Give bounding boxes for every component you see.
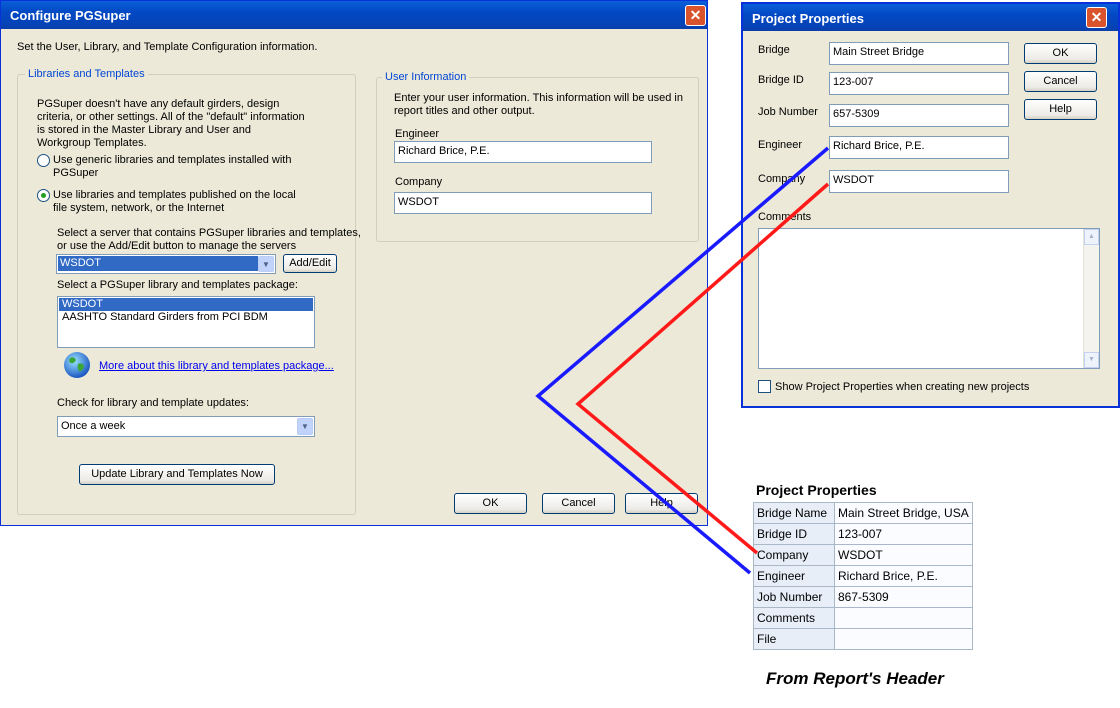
engineer-label: Engineer	[758, 139, 803, 151]
report-row: Engineer Richard Brice, P.E.	[753, 565, 973, 587]
configure-description: Set the User, Library, and Template Conf…	[17, 41, 318, 53]
report-key: Job Number	[753, 586, 835, 608]
report-value: WSDOT	[834, 544, 973, 566]
job-number-field[interactable]: 657-5309	[829, 104, 1009, 127]
show-project-label[interactable]: Show Project Properties when creating ne…	[775, 381, 1029, 394]
report-row: Company WSDOT	[753, 544, 973, 566]
report-table: Bridge Name Main Street Bridge, USA Bridge…	[753, 502, 973, 650]
bridge-field[interactable]: Main Street Bridge	[829, 42, 1009, 65]
configure-title-bar[interactable]: Configure PGSuper	[1, 1, 707, 29]
updates-combo[interactable]: Once a week ▼	[57, 416, 315, 437]
report-row: File	[753, 628, 973, 650]
server-combo[interactable]: WSDOT ▼	[56, 254, 276, 274]
package-item[interactable]: WSDOT	[59, 298, 313, 311]
user-info-group-title: User Information	[382, 71, 470, 83]
cancel-button[interactable]: Cancel	[542, 493, 615, 514]
report-value	[834, 628, 973, 650]
report-row: Job Number 867-5309	[753, 586, 973, 608]
project-properties-dialog: Project Properties ✕ Bridge Main Street …	[741, 2, 1120, 408]
report-value: 123-007	[834, 523, 973, 545]
project-help-button[interactable]: Help	[1024, 99, 1097, 120]
scroll-up-icon[interactable]: ▲	[1084, 229, 1099, 245]
comments-scrollbar[interactable]: ▲ ▼	[1083, 229, 1099, 368]
project-title: Project Properties	[752, 11, 864, 26]
add-edit-button[interactable]: Add/Edit	[283, 254, 337, 273]
configure-title: Configure PGSuper	[10, 8, 131, 23]
libraries-group-title: Libraries and Templates	[25, 68, 148, 80]
report-caption: From Report's Header	[766, 669, 944, 688]
package-item[interactable]: AASHTO Standard Girders from PCI BDM	[59, 311, 313, 324]
server-prompt: Select a server that contains PGSuper li…	[57, 227, 361, 252]
company-field[interactable]: WSDOT	[394, 192, 652, 214]
report-key: Company	[753, 544, 835, 566]
updates-combo-value: Once a week	[61, 420, 126, 432]
radio-generic-libraries[interactable]	[37, 154, 50, 167]
company-label: Company	[758, 173, 806, 185]
project-ok-button[interactable]: OK	[1024, 43, 1097, 64]
report-row: Bridge Name Main Street Bridge, USA	[753, 502, 973, 524]
updates-prompt: Check for library and template updates:	[57, 397, 249, 409]
report-key: Bridge Name	[753, 502, 835, 524]
report-value: Richard Brice, P.E.	[834, 565, 973, 587]
show-project-checkbox[interactable]	[758, 380, 771, 393]
bridge-id-label: Bridge ID	[758, 74, 804, 86]
job-number-label: Job Number	[758, 106, 818, 118]
report-key: Comments	[753, 607, 835, 629]
company-label: Company	[395, 176, 443, 188]
report-key: Bridge ID	[753, 523, 835, 545]
report-value	[834, 607, 973, 629]
bridge-id-field[interactable]: 123-007	[829, 72, 1009, 95]
radio-generic-label[interactable]: Use generic libraries and templates inst…	[53, 154, 291, 180]
radio-published-libraries[interactable]	[37, 189, 50, 202]
globe-icon	[62, 350, 92, 380]
engineer-field[interactable]: Richard Brice, P.E.	[394, 141, 652, 163]
chevron-down-icon[interactable]: ▼	[297, 418, 313, 435]
chevron-down-icon[interactable]: ▼	[258, 256, 274, 272]
server-combo-value: WSDOT	[58, 256, 258, 271]
report-title: Project Properties	[756, 482, 877, 498]
engineer-field[interactable]: Richard Brice, P.E.	[829, 136, 1009, 159]
report-value: Main Street Bridge, USA	[834, 502, 973, 524]
project-cancel-button[interactable]: Cancel	[1024, 71, 1097, 92]
radio-published-label[interactable]: Use libraries and templates published on…	[53, 189, 296, 215]
report-key: File	[753, 628, 835, 650]
report-row: Comments	[753, 607, 973, 629]
report-value: 867-5309	[834, 586, 973, 608]
package-prompt: Select a PGSuper library and templates p…	[57, 279, 298, 291]
comments-textarea[interactable]: ▲ ▼	[758, 228, 1100, 369]
user-intro: Enter your user information. This inform…	[394, 92, 683, 117]
company-field[interactable]: WSDOT	[829, 170, 1009, 193]
ok-button[interactable]: OK	[454, 493, 527, 514]
bridge-label: Bridge	[758, 44, 790, 56]
project-close-icon[interactable]: ✕	[1086, 7, 1107, 28]
project-title-bar[interactable]: Project Properties	[743, 4, 1118, 31]
configure-dialog: Configure PGSuper ✕ Set the User, Librar…	[0, 0, 708, 526]
more-about-link[interactable]: More about this library and templates pa…	[99, 360, 334, 373]
engineer-label: Engineer	[395, 128, 440, 140]
report-row: Bridge ID 123-007	[753, 523, 973, 545]
scroll-down-icon[interactable]: ▼	[1084, 352, 1099, 368]
intro-text: PGSuper doesn't have any default girders…	[37, 98, 305, 149]
report-key: Engineer	[753, 565, 835, 587]
update-now-button[interactable]: Update Library and Templates Now	[79, 464, 275, 485]
help-button[interactable]: Help	[625, 493, 698, 514]
configure-close-icon[interactable]: ✕	[685, 5, 706, 26]
package-list[interactable]: WSDOT AASHTO Standard Girders from PCI B…	[57, 296, 315, 348]
comments-label: Comments	[758, 211, 812, 223]
